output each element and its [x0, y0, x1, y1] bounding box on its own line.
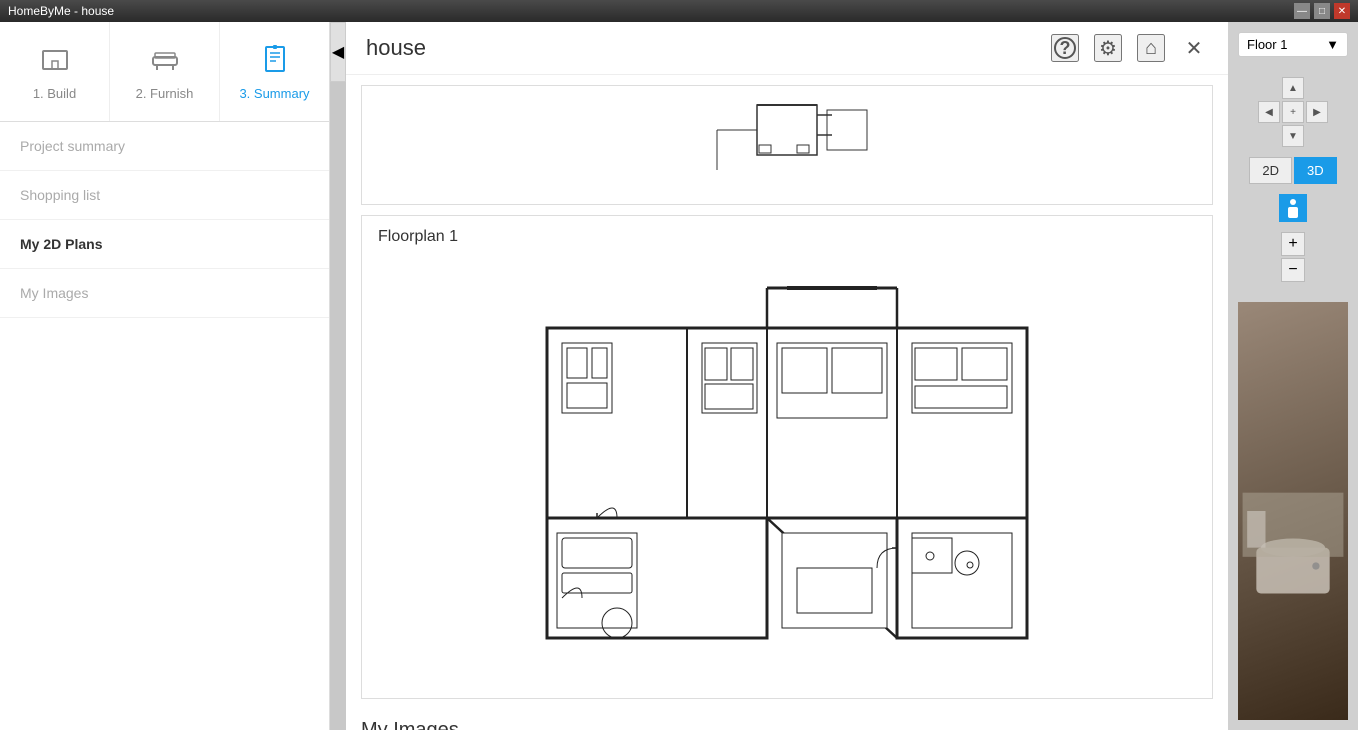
sidebar-item-project-summary[interactable]: Project summary: [0, 122, 329, 171]
floorplan-header: Floorplan 1: [362, 216, 1212, 258]
help-button[interactable]: ?: [1051, 34, 1079, 62]
dialog-title: house: [366, 35, 426, 61]
right-panel: Floor 1 ▼ ▲ ▼ ◀ ▶ +: [1228, 22, 1358, 730]
furnish-icon: [149, 43, 181, 80]
navigation-cross: ▲ ▼ ◀ ▶ +: [1258, 77, 1328, 147]
view-2d-button[interactable]: 2D: [1249, 157, 1292, 184]
top-icons: ? ⚙ ⌂ ✕: [1051, 34, 1208, 62]
nav-down-button[interactable]: ▼: [1282, 125, 1304, 147]
close-window-button[interactable]: ✕: [1334, 3, 1350, 19]
settings-button[interactable]: ⚙: [1094, 34, 1122, 62]
tab-summary[interactable]: 3. Summary: [220, 22, 329, 121]
nav-center-button[interactable]: +: [1282, 101, 1304, 123]
floor-selector[interactable]: Floor 1 ▼: [1238, 32, 1348, 57]
dialog-body[interactable]: Floorplan 1: [346, 75, 1228, 730]
view-3d-button[interactable]: 3D: [1294, 157, 1337, 184]
zoom-in-button[interactable]: +: [1281, 232, 1305, 256]
summary-icon: [259, 43, 291, 80]
dialog-header: house ? ⚙ ⌂ ✕: [346, 22, 1228, 75]
my-images-title: My Images: [361, 709, 1213, 730]
nav-right-button[interactable]: ▶: [1306, 101, 1328, 123]
floorplan-section: Floorplan 1: [361, 215, 1213, 699]
collapse-handle[interactable]: ◀: [330, 22, 346, 82]
sidebar-item-shopping-list[interactable]: Shopping list: [0, 171, 329, 220]
minimize-button[interactable]: —: [1294, 3, 1310, 19]
top-partial-floorplan: [361, 85, 1213, 205]
nav-left-button[interactable]: ◀: [1258, 101, 1280, 123]
maximize-button[interactable]: □: [1314, 3, 1330, 19]
person-view-button[interactable]: [1279, 194, 1307, 222]
build-icon: [39, 43, 71, 80]
tab-summary-label: 3. Summary: [239, 86, 309, 101]
home-button[interactable]: ⌂: [1137, 34, 1165, 62]
floorplan-content: [362, 258, 1212, 698]
dialog-close-button[interactable]: ✕: [1180, 34, 1208, 62]
sidebar-item-my-2d-plans[interactable]: My 2D Plans: [0, 220, 329, 269]
sidebar-item-my-images[interactable]: My Images: [0, 269, 329, 318]
tab-furnish-label: 2. Furnish: [136, 86, 194, 101]
view-toggle: 2D 3D: [1249, 157, 1336, 184]
tab-furnish[interactable]: 2. Furnish: [110, 22, 220, 121]
tab-build[interactable]: 1. Build: [0, 22, 110, 121]
zoom-controls: + −: [1281, 232, 1305, 282]
3d-render-preview: [1238, 302, 1348, 720]
window-controls: — □ ✕: [1294, 3, 1350, 19]
title-bar: HomeByMe - house — □ ✕: [0, 0, 1358, 22]
app-title: HomeByMe - house: [8, 4, 114, 18]
tab-build-label: 1. Build: [33, 86, 76, 101]
nav-up-button[interactable]: ▲: [1282, 77, 1304, 99]
tab-bar: 1. Build 2. Furnish: [0, 22, 329, 122]
sidebar: 1. Build 2. Furnish: [0, 22, 330, 730]
sidebar-menu: Project summary Shopping list My 2D Plan…: [0, 122, 329, 318]
zoom-out-button[interactable]: −: [1281, 258, 1305, 282]
my-images-section: My Images: [361, 709, 1213, 730]
dialog-panel: house ? ⚙ ⌂ ✕: [346, 22, 1228, 730]
